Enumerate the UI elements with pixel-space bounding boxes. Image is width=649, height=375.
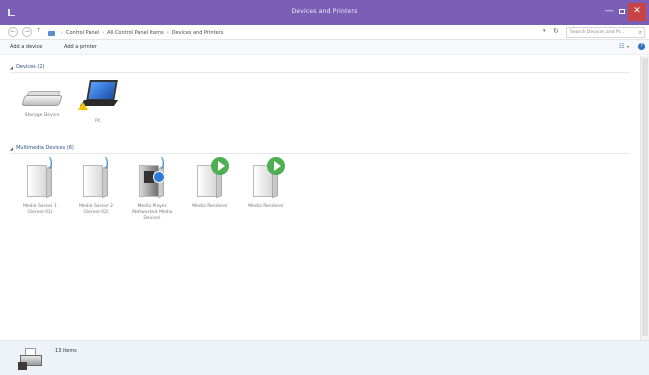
add-device-button[interactable]: Add a device bbox=[10, 44, 42, 50]
command-bar: Add a device Add a printer ☷ ▾ ? bbox=[0, 40, 649, 55]
vertical-scrollbar[interactable] bbox=[640, 56, 649, 340]
minimize-button[interactable]: — bbox=[602, 3, 616, 21]
view-options-dropdown[interactable]: ▾ bbox=[627, 44, 629, 49]
device-item-media-player[interactable]: ) Media Player (Networked Media Device) bbox=[126, 157, 178, 222]
device-item-media-renderer-1[interactable]: Media Renderer bbox=[184, 157, 236, 210]
help-icon[interactable]: ? bbox=[638, 43, 645, 50]
group-title-devices: Devices (2) bbox=[16, 64, 45, 70]
printer-icon bbox=[18, 347, 46, 371]
device-label: Media Renderer bbox=[192, 204, 228, 209]
address-bar: ← → ↑ › Control Panel › All Control Pane… bbox=[0, 25, 649, 40]
device-label: Media Player (Networked Media Device) bbox=[131, 204, 173, 221]
details-pane: 13 items bbox=[0, 340, 649, 375]
address-dropdown-button[interactable]: ▾ bbox=[543, 28, 546, 34]
collapse-caret-icon[interactable]: ◢ bbox=[10, 146, 13, 151]
title-bar: Devices and Printers — ✕ bbox=[0, 0, 649, 25]
media-player-icon: ) bbox=[129, 157, 175, 201]
media-server-icon: ) bbox=[73, 157, 119, 201]
search-icon[interactable]: ⌕ bbox=[639, 28, 642, 37]
maximize-icon bbox=[619, 9, 625, 14]
group-header-devices[interactable]: ◢ Devices (2) bbox=[10, 63, 630, 73]
breadcrumb-devices-printers[interactable]: Devices and Printers bbox=[172, 30, 224, 36]
device-item-media-server-2[interactable]: ) Media Server 2 (Server-02) bbox=[70, 157, 122, 216]
device-label: PC bbox=[95, 119, 101, 124]
close-button[interactable]: ✕ bbox=[628, 3, 646, 21]
breadcrumb-control-panel[interactable]: Control Panel bbox=[66, 30, 99, 36]
control-panel-icon bbox=[48, 30, 55, 36]
maximize-button[interactable] bbox=[616, 3, 628, 21]
breadcrumb-separator[interactable]: › bbox=[167, 30, 169, 36]
group-divider bbox=[10, 153, 630, 154]
refresh-button[interactable]: ↻ bbox=[553, 27, 559, 35]
group-header-multimedia[interactable]: ◢ Multimedia Devices (6) bbox=[10, 144, 630, 154]
device-label: Storage Device bbox=[24, 113, 60, 118]
device-item-pc[interactable]: PC bbox=[72, 78, 124, 125]
add-printer-button[interactable]: Add a printer bbox=[64, 44, 97, 50]
breadcrumb-separator[interactable]: › bbox=[102, 30, 104, 36]
device-item-storage[interactable]: Storage Device bbox=[16, 88, 68, 119]
device-label: Media Server 2 (Server-02) bbox=[79, 204, 113, 215]
media-renderer-play-icon bbox=[187, 157, 233, 201]
device-item-media-server-1[interactable]: ) Media Server 1 (Server-01) bbox=[14, 157, 66, 216]
group-title-multimedia: Multimedia Devices (6) bbox=[16, 145, 74, 151]
search-input[interactable]: Search Devices and Pr... ⌕ bbox=[566, 27, 645, 38]
change-view-icon[interactable]: ☷ bbox=[619, 43, 624, 50]
laptop-warning-icon bbox=[76, 78, 120, 116]
device-label: Media Server 1 (Server-01) bbox=[23, 204, 57, 215]
breadcrumb-separator[interactable]: › bbox=[61, 30, 63, 36]
forward-button[interactable]: → bbox=[22, 27, 32, 37]
media-server-icon: ) bbox=[17, 157, 63, 201]
up-button[interactable]: ↑ bbox=[36, 27, 41, 34]
device-label: Media Renderer bbox=[248, 204, 284, 209]
breadcrumb-all-items[interactable]: All Control Panel Items bbox=[107, 30, 164, 36]
device-item-media-renderer-2[interactable]: Media Renderer bbox=[240, 157, 292, 210]
window-title: Devices and Printers bbox=[291, 8, 358, 15]
scrollbar-thumb[interactable] bbox=[642, 58, 648, 336]
back-button[interactable]: ← bbox=[8, 27, 18, 37]
group-divider bbox=[10, 72, 630, 73]
media-renderer-play-icon bbox=[243, 157, 289, 201]
search-placeholder: Search Devices and Pr... bbox=[570, 30, 625, 35]
item-count: 13 items bbox=[55, 348, 77, 354]
collapse-caret-icon[interactable]: ◢ bbox=[10, 65, 13, 70]
external-drive-icon bbox=[20, 88, 64, 110]
breadcrumb[interactable]: › Control Panel › All Control Panel Item… bbox=[48, 28, 528, 38]
